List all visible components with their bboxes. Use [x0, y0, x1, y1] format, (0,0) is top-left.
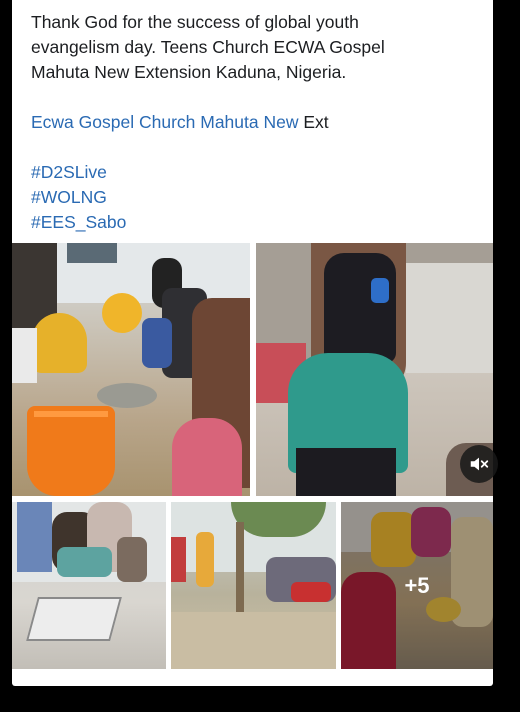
hashtag-link[interactable]: #WOLNG [31, 185, 481, 210]
hashtag-link[interactable]: #D2SLive [31, 160, 481, 185]
photo-4[interactable] [171, 502, 336, 669]
photo-3[interactable] [12, 502, 166, 669]
post-text-line: evangelism day. Teens Church ECWA Gospel [31, 37, 385, 57]
speaker-mute-icon [470, 457, 489, 471]
post-text: Thank God for the success of global yout… [31, 10, 481, 235]
mention-line: Ecwa Gospel Church Mahuta New Ext [31, 110, 481, 135]
page-mention-link[interactable]: Ecwa Gospel Church Mahuta New [31, 112, 298, 132]
photo-5-more[interactable]: +5 [341, 502, 493, 669]
photo-1[interactable] [12, 243, 250, 496]
mute-button[interactable] [460, 445, 498, 483]
post-text-line: Mahuta New Extension Kaduna, Nigeria. [31, 62, 347, 82]
mention-suffix: Ext [298, 112, 329, 132]
photo-2[interactable] [256, 243, 493, 496]
hashtag-link[interactable]: #EES_Sabo [31, 210, 481, 235]
more-photos-count: +5 [404, 572, 430, 598]
post-text-line: Thank God for the success of global yout… [31, 12, 359, 32]
